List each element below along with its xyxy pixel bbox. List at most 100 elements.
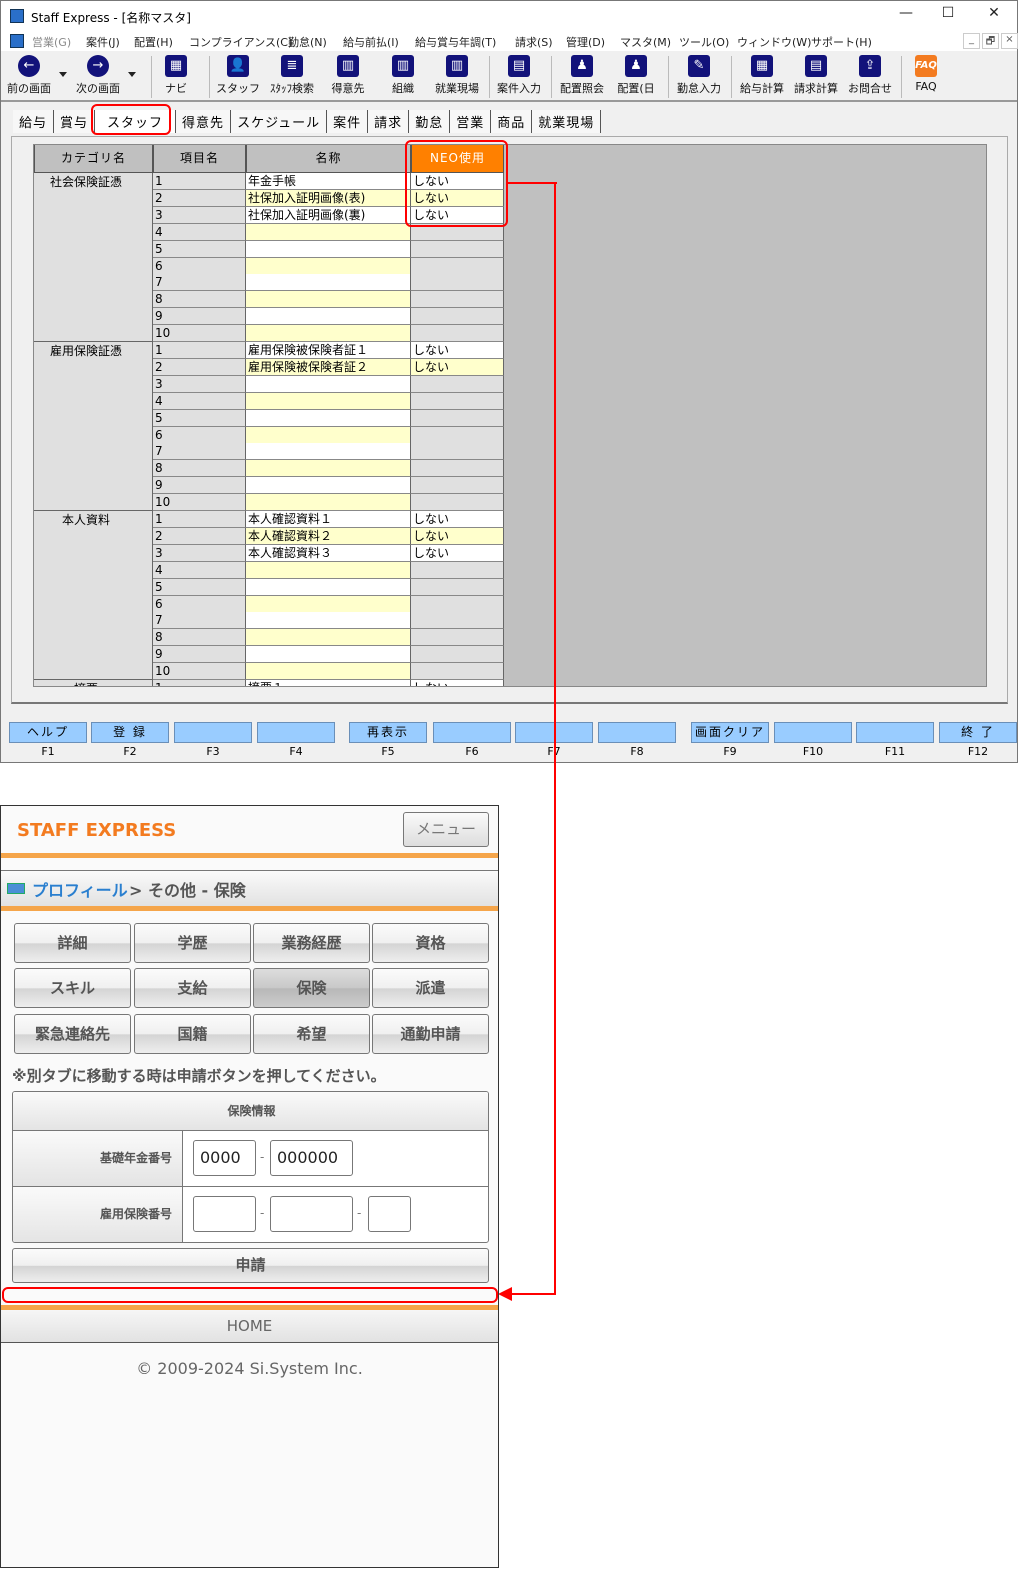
toolbar-button-billing[interactable]: ▤ 請求計算 <box>786 55 846 96</box>
employment-number-part3[interactable] <box>368 1196 411 1232</box>
name-cell[interactable]: 社保加入証明画像(裏) <box>246 207 411 224</box>
name-cell[interactable] <box>246 562 411 579</box>
name-cell[interactable] <box>246 460 411 477</box>
mdi-control-button[interactable]: × <box>1001 33 1018 49</box>
section-button[interactable]: 派遣 <box>372 968 489 1008</box>
neo-usage-cell[interactable] <box>411 443 504 460</box>
name-cell[interactable] <box>246 477 411 494</box>
name-cell[interactable] <box>246 325 411 342</box>
name-cell[interactable] <box>246 612 411 629</box>
toolbar-button-arrow-right[interactable]: → 次の画面 <box>68 55 128 96</box>
item-cell[interactable]: 4 <box>153 224 246 241</box>
close-button[interactable]: ✕ <box>979 5 1009 21</box>
name-cell[interactable] <box>246 308 411 325</box>
item-cell[interactable]: 3 <box>153 207 246 224</box>
section-button[interactable]: 国籍 <box>134 1014 251 1054</box>
section-button[interactable]: 詳細 <box>14 923 131 963</box>
section-button[interactable]: スキル <box>14 968 131 1008</box>
section-button[interactable]: 希望 <box>253 1014 370 1054</box>
name-cell[interactable] <box>246 258 411 275</box>
name-cell[interactable]: 年金手帳 <box>246 173 411 190</box>
toolbar-button-attendance[interactable]: ✎ 勤怠入力 <box>669 55 729 96</box>
neo-usage-cell[interactable] <box>411 241 504 258</box>
breadcrumb-profile-link[interactable]: プロフィール <box>32 877 128 901</box>
neo-usage-cell[interactable] <box>411 629 504 646</box>
function-key-f6[interactable] <box>433 722 511 743</box>
item-cell[interactable]: 2 <box>153 528 246 545</box>
toolbar-button-staff[interactable]: 👤 スタッフ <box>208 55 268 96</box>
neo-usage-cell[interactable] <box>411 663 504 680</box>
item-cell[interactable]: 2 <box>153 190 246 207</box>
name-cell[interactable] <box>246 224 411 241</box>
name-cell[interactable]: 本人確認資料２ <box>246 528 411 545</box>
toolbar-button-staff-search[interactable]: ≣ ｽﾀｯﾌ検索 <box>262 55 322 96</box>
neo-usage-cell[interactable] <box>411 308 504 325</box>
name-cell[interactable] <box>246 629 411 646</box>
name-cell[interactable]: 摘要１ <box>246 680 411 686</box>
menu-item[interactable]: マスタ(M) <box>620 34 671 50</box>
item-cell[interactable]: 10 <box>153 325 246 342</box>
item-cell[interactable]: 9 <box>153 646 246 663</box>
employment-number-part2[interactable] <box>270 1196 353 1232</box>
section-button[interactable]: 通勤申請 <box>372 1014 489 1054</box>
item-cell[interactable]: 1 <box>153 680 246 686</box>
neo-usage-cell[interactable] <box>411 274 504 291</box>
item-cell[interactable]: 6 <box>153 258 246 275</box>
toolbar-button-inquiry[interactable]: ⇪ お問合せ <box>840 55 900 96</box>
item-cell[interactable]: 8 <box>153 629 246 646</box>
section-button[interactable]: 緊急連絡先 <box>14 1014 131 1054</box>
item-cell[interactable]: 4 <box>153 393 246 410</box>
home-link[interactable]: HOME <box>1 1310 498 1343</box>
category-cell[interactable]: 社会保険証憑 <box>34 173 153 342</box>
menu-item[interactable]: ウィンドウ(W) <box>737 34 811 50</box>
tab-9[interactable]: 商品 <box>491 110 533 133</box>
name-cell[interactable] <box>246 494 411 511</box>
menu-item[interactable]: 給与前払(I) <box>343 34 399 50</box>
tab-10[interactable]: 就業現場 <box>532 110 602 133</box>
tab-3[interactable]: 得意先 <box>176 110 232 133</box>
tab-8[interactable]: 営業 <box>450 110 492 133</box>
neo-usage-cell[interactable] <box>411 612 504 629</box>
toolbar-button-payroll[interactable]: ▦ 給与計算 <box>732 55 792 96</box>
tab-7[interactable]: 勤怠 <box>409 110 451 133</box>
menu-item[interactable]: 案件(J) <box>86 34 120 50</box>
function-key-f1[interactable]: ヘルプ <box>9 722 87 743</box>
category-cell[interactable]: 摘要 <box>34 680 153 686</box>
item-cell[interactable]: 7 <box>153 612 246 629</box>
neo-usage-cell[interactable]: しない <box>411 680 504 686</box>
item-cell[interactable]: 10 <box>153 494 246 511</box>
neo-usage-cell[interactable]: しない <box>411 528 504 545</box>
name-cell[interactable] <box>246 376 411 393</box>
item-cell[interactable]: 3 <box>153 545 246 562</box>
name-cell[interactable]: 社保加入証明画像(表) <box>246 190 411 207</box>
section-button[interactable]: 学歴 <box>134 923 251 963</box>
neo-usage-cell[interactable] <box>411 393 504 410</box>
toolbar-button-case-input[interactable]: ▤ 案件入力 <box>489 55 549 96</box>
neo-usage-cell[interactable]: しない <box>411 359 504 376</box>
item-cell[interactable]: 9 <box>153 308 246 325</box>
name-cell[interactable] <box>246 241 411 258</box>
neo-usage-cell[interactable] <box>411 562 504 579</box>
name-cell[interactable]: 本人確認資料３ <box>246 545 411 562</box>
neo-usage-cell[interactable] <box>411 376 504 393</box>
function-key-f9[interactable]: 画面クリア <box>691 722 769 743</box>
pension-number-part1[interactable]: 0000 <box>193 1140 256 1176</box>
neo-usage-cell[interactable] <box>411 596 504 613</box>
neo-usage-cell[interactable]: しない <box>411 545 504 562</box>
tab-6[interactable]: 請求 <box>368 110 410 133</box>
employment-number-part1[interactable] <box>193 1196 256 1232</box>
function-key-f5[interactable]: 再表示 <box>349 722 427 743</box>
function-key-f12[interactable]: 終 了 <box>939 722 1017 743</box>
name-cell[interactable]: 雇用保険被保険者証１ <box>246 342 411 359</box>
item-cell[interactable]: 5 <box>153 241 246 258</box>
dropdown-arrow-icon[interactable] <box>128 72 136 77</box>
section-button[interactable]: 支給 <box>134 968 251 1008</box>
menu-button[interactable]: メニュー <box>403 812 489 847</box>
menu-item[interactable]: 給与賞与年調(T) <box>415 34 496 50</box>
maximize-button[interactable]: ☐ <box>933 5 963 21</box>
name-cell[interactable] <box>246 596 411 613</box>
mdi-control-button[interactable]: _ <box>963 33 980 49</box>
toolbar-button-faq[interactable]: FAQ FAQ <box>896 55 956 93</box>
item-cell[interactable]: 7 <box>153 274 246 291</box>
function-key-f11[interactable] <box>856 722 934 743</box>
